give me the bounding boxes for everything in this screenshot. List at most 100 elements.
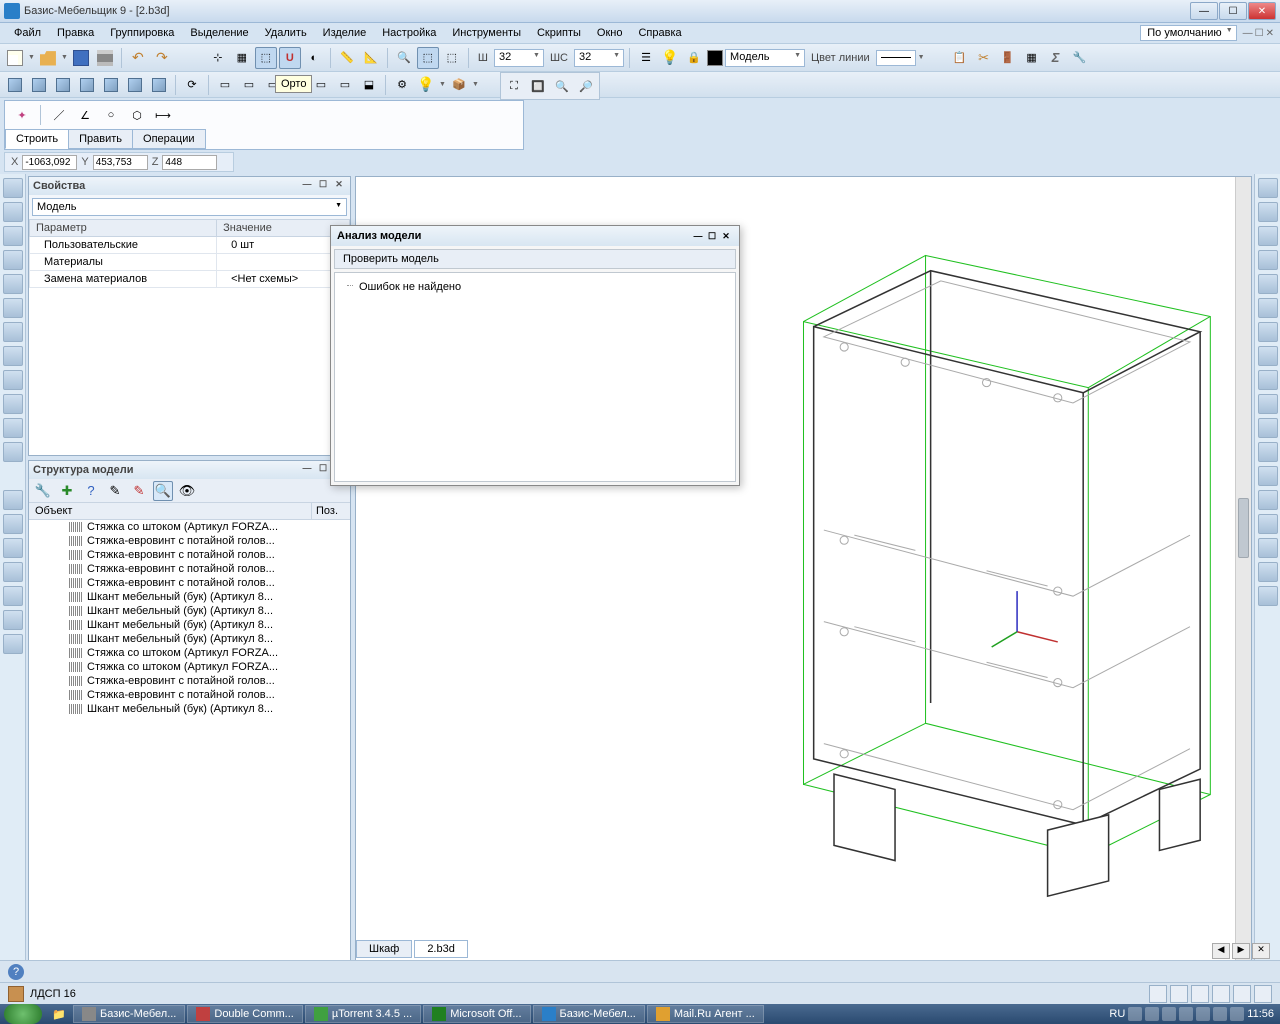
package-icon[interactable]: 📦 (448, 74, 470, 96)
view-iso-button[interactable] (148, 74, 170, 96)
menu-tools[interactable]: Инструменты (444, 25, 529, 41)
side-tool-4[interactable] (3, 250, 23, 270)
side-tool-17[interactable] (3, 586, 23, 606)
view-right-button[interactable] (76, 74, 98, 96)
table-icon[interactable]: ▦ (1021, 47, 1043, 69)
tree-item[interactable]: Шкант мебельный (бук) (Артикул 8... (29, 604, 350, 618)
rotate-button[interactable]: ⟳ (181, 74, 203, 96)
rside-tool-9[interactable] (1258, 370, 1278, 390)
box2-button[interactable]: ▭ (238, 74, 260, 96)
side-tool-10[interactable] (3, 394, 23, 414)
tray-lang[interactable]: RU (1109, 1008, 1125, 1020)
view-back-button[interactable] (28, 74, 50, 96)
tray-time[interactable]: 11:56 (1247, 1008, 1274, 1020)
view-left-button[interactable] (52, 74, 74, 96)
layout-combo[interactable]: По умолчанию (1140, 25, 1236, 41)
props-min-button[interactable]: — (300, 179, 314, 193)
struct-tool-search[interactable]: 🔍 (153, 481, 173, 501)
tab-edit[interactable]: Править (68, 129, 133, 149)
rside-tool-11[interactable] (1258, 418, 1278, 438)
side-tool-13[interactable] (3, 490, 23, 510)
status-tool-5[interactable] (1233, 985, 1251, 1003)
maximize-button[interactable]: ☐ (1219, 2, 1247, 20)
struct-max-button[interactable]: ☐ (316, 463, 330, 477)
rside-tool-12[interactable] (1258, 442, 1278, 462)
sigma-icon[interactable]: Σ (1045, 47, 1067, 69)
undo-button[interactable]: ↶ (127, 47, 149, 69)
polar-button[interactable]: ◐ (303, 47, 325, 69)
side-tool-2[interactable] (3, 202, 23, 222)
analysis-min-button[interactable]: — (691, 231, 705, 241)
gear2-icon[interactable]: ⚙ (391, 74, 413, 96)
box6-button[interactable]: ▭ (334, 74, 356, 96)
tray-icon[interactable] (1162, 1007, 1176, 1021)
close-button[interactable]: ✕ (1248, 2, 1276, 20)
analysis-dialog[interactable]: Анализ модели — ☐ ✕ Проверить модель Оши… (330, 225, 740, 486)
clipboard-icon[interactable]: 📋 (949, 47, 971, 69)
box5-button[interactable]: ▭ (310, 74, 332, 96)
side-tool-9[interactable] (3, 370, 23, 390)
bottom-tab-2[interactable]: 2.b3d (414, 940, 468, 958)
status-tool-4[interactable] (1212, 985, 1230, 1003)
y-input[interactable] (93, 155, 148, 170)
tree-item[interactable]: Стяжка-евровинт с потайной голов... (29, 576, 350, 590)
tree-item[interactable]: Стяжка со штоком (Артикул FORZA... (29, 646, 350, 660)
color-swatch[interactable] (707, 50, 723, 66)
analysis-close-button[interactable]: ✕ (719, 231, 733, 242)
rside-tool-14[interactable] (1258, 490, 1278, 510)
tree-item[interactable]: Стяжка-евровинт с потайной голов... (29, 534, 350, 548)
bulb2-icon[interactable]: 💡 (415, 74, 437, 96)
rside-tool-15[interactable] (1258, 514, 1278, 534)
menu-group[interactable]: Группировка (102, 25, 182, 41)
rside-tool-18[interactable] (1258, 586, 1278, 606)
draw-dim-icon[interactable]: ⟼ (152, 104, 174, 126)
rside-tool-13[interactable] (1258, 466, 1278, 486)
lock-icon[interactable]: 🔒 (683, 47, 705, 69)
zoom-sel-button[interactable]: 🔍 (393, 47, 415, 69)
struct-tool-del[interactable]: ✎ (129, 481, 149, 501)
pan-button[interactable]: ⬚ (441, 47, 463, 69)
struct-tool-edit[interactable]: ✎ (105, 481, 125, 501)
view-bottom-button[interactable] (124, 74, 146, 96)
doc-restore-button[interactable]: ☐ (1255, 28, 1264, 39)
tray-icon[interactable] (1179, 1007, 1193, 1021)
menu-product[interactable]: Изделие (315, 25, 375, 41)
help-icon[interactable]: ? (8, 964, 24, 980)
side-tool-19[interactable] (3, 634, 23, 654)
tree-item[interactable]: Стяжка-евровинт с потайной голов... (29, 548, 350, 562)
menu-file[interactable]: Файл (6, 25, 49, 41)
snap-button[interactable]: ⊹ (207, 47, 229, 69)
side-tool-18[interactable] (3, 610, 23, 630)
view-front-button[interactable] (4, 74, 26, 96)
side-tool-14[interactable] (3, 514, 23, 534)
menu-scripts[interactable]: Скрипты (529, 25, 589, 41)
pin-explorer[interactable]: 📁 (47, 1005, 71, 1023)
tree-item[interactable]: Стяжка со штоком (Артикул FORZA... (29, 520, 350, 534)
tab-next-button[interactable]: ▶ (1232, 943, 1250, 959)
tree-item[interactable]: Шкант мебельный (бук) (Артикул 8... (29, 632, 350, 646)
draw-angle-icon[interactable]: ∠ (74, 104, 96, 126)
line-style-combo[interactable] (876, 50, 916, 66)
status-tool-1[interactable] (1149, 985, 1167, 1003)
tab-build[interactable]: Строить (5, 129, 69, 149)
draw-line-icon[interactable]: ／ (48, 104, 70, 126)
tree-item[interactable]: Шкант мебельный (бук) (Артикул 8... (29, 618, 350, 632)
menu-settings[interactable]: Настройка (374, 25, 444, 41)
tree-item[interactable]: Стяжка-евровинт с потайной голов... (29, 562, 350, 576)
rside-tool-5[interactable] (1258, 274, 1278, 294)
struct-min-button[interactable]: — (300, 463, 314, 477)
tray-icon[interactable] (1128, 1007, 1142, 1021)
side-tool-16[interactable] (3, 562, 23, 582)
side-tool-5[interactable] (3, 274, 23, 294)
view-top-button[interactable] (100, 74, 122, 96)
ortho-button[interactable]: ⬚ (255, 47, 277, 69)
side-tool-7[interactable] (3, 322, 23, 342)
status-tool-6[interactable] (1254, 985, 1272, 1003)
tree-item[interactable]: Шкант мебельный (бук) (Артикул 8... (29, 590, 350, 604)
layers-icon[interactable]: ☰ (635, 47, 657, 69)
zoom-extents-button[interactable]: ⛶ (503, 75, 525, 97)
tree-item[interactable]: Стяжка-евровинт с потайной голов... (29, 674, 350, 688)
side-tool-12[interactable] (3, 442, 23, 462)
menu-delete[interactable]: Удалить (257, 25, 315, 41)
rside-tool-7[interactable] (1258, 322, 1278, 342)
